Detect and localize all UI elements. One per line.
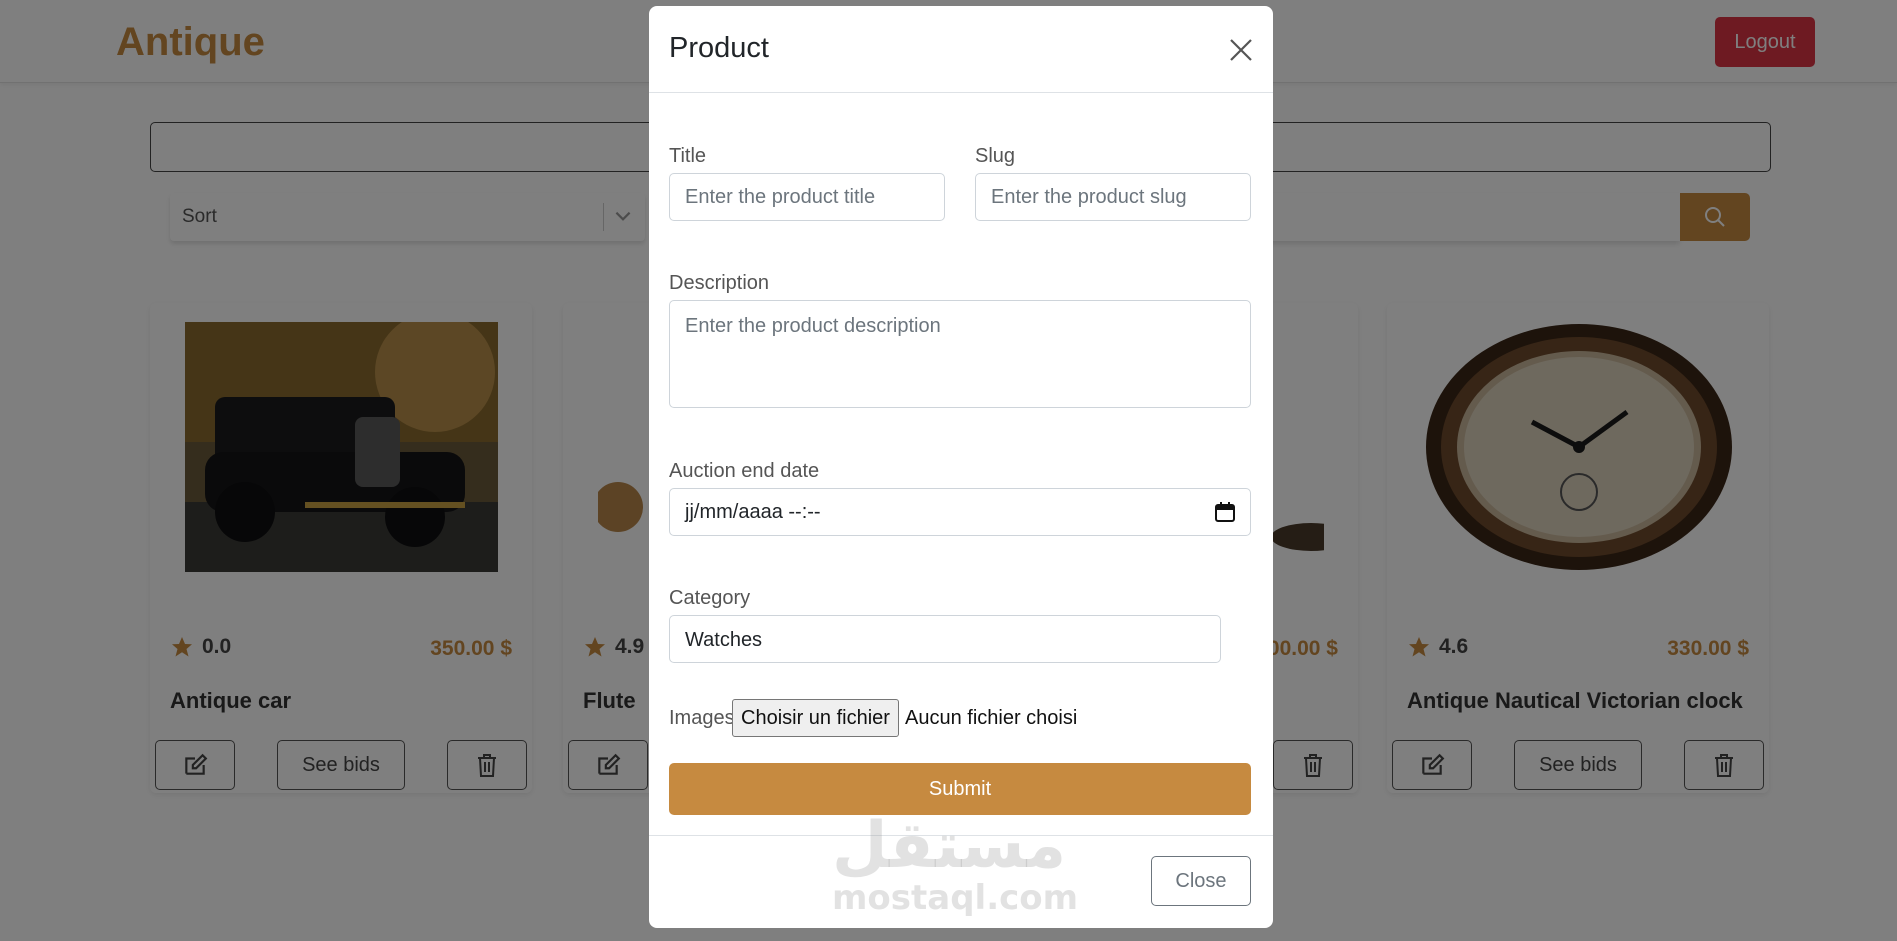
date-value: jj/mm/aaaa --:--: [685, 501, 821, 523]
slug-label: Slug: [975, 145, 1016, 167]
file-status: Aucun fichier choisi: [905, 707, 1078, 729]
images-label: Images: [669, 707, 735, 729]
close-icon[interactable]: [1227, 36, 1255, 64]
auction-end-label: Auction end date: [669, 460, 820, 482]
category-value: Watches: [685, 629, 763, 651]
modal-title: Product: [669, 32, 769, 64]
description-textarea[interactable]: [669, 300, 1251, 408]
modal-header: Product: [649, 6, 1273, 93]
modal-footer: Close: [649, 835, 1273, 928]
category-label: Category: [669, 587, 751, 609]
auction-end-date-input[interactable]: jj/mm/aaaa --:--: [669, 488, 1251, 536]
product-modal: Product Title Slug Description Auction e…: [649, 6, 1273, 928]
title-label: Title: [669, 145, 707, 167]
close-button[interactable]: Close: [1151, 856, 1251, 906]
slug-input[interactable]: [975, 173, 1251, 221]
calendar-icon[interactable]: [1214, 501, 1236, 523]
title-input[interactable]: [669, 173, 945, 221]
choose-file-button[interactable]: Choisir un fichier: [732, 699, 899, 737]
description-label: Description: [669, 272, 770, 294]
submit-button[interactable]: Submit: [669, 763, 1251, 815]
category-select[interactable]: Watches: [669, 615, 1221, 663]
